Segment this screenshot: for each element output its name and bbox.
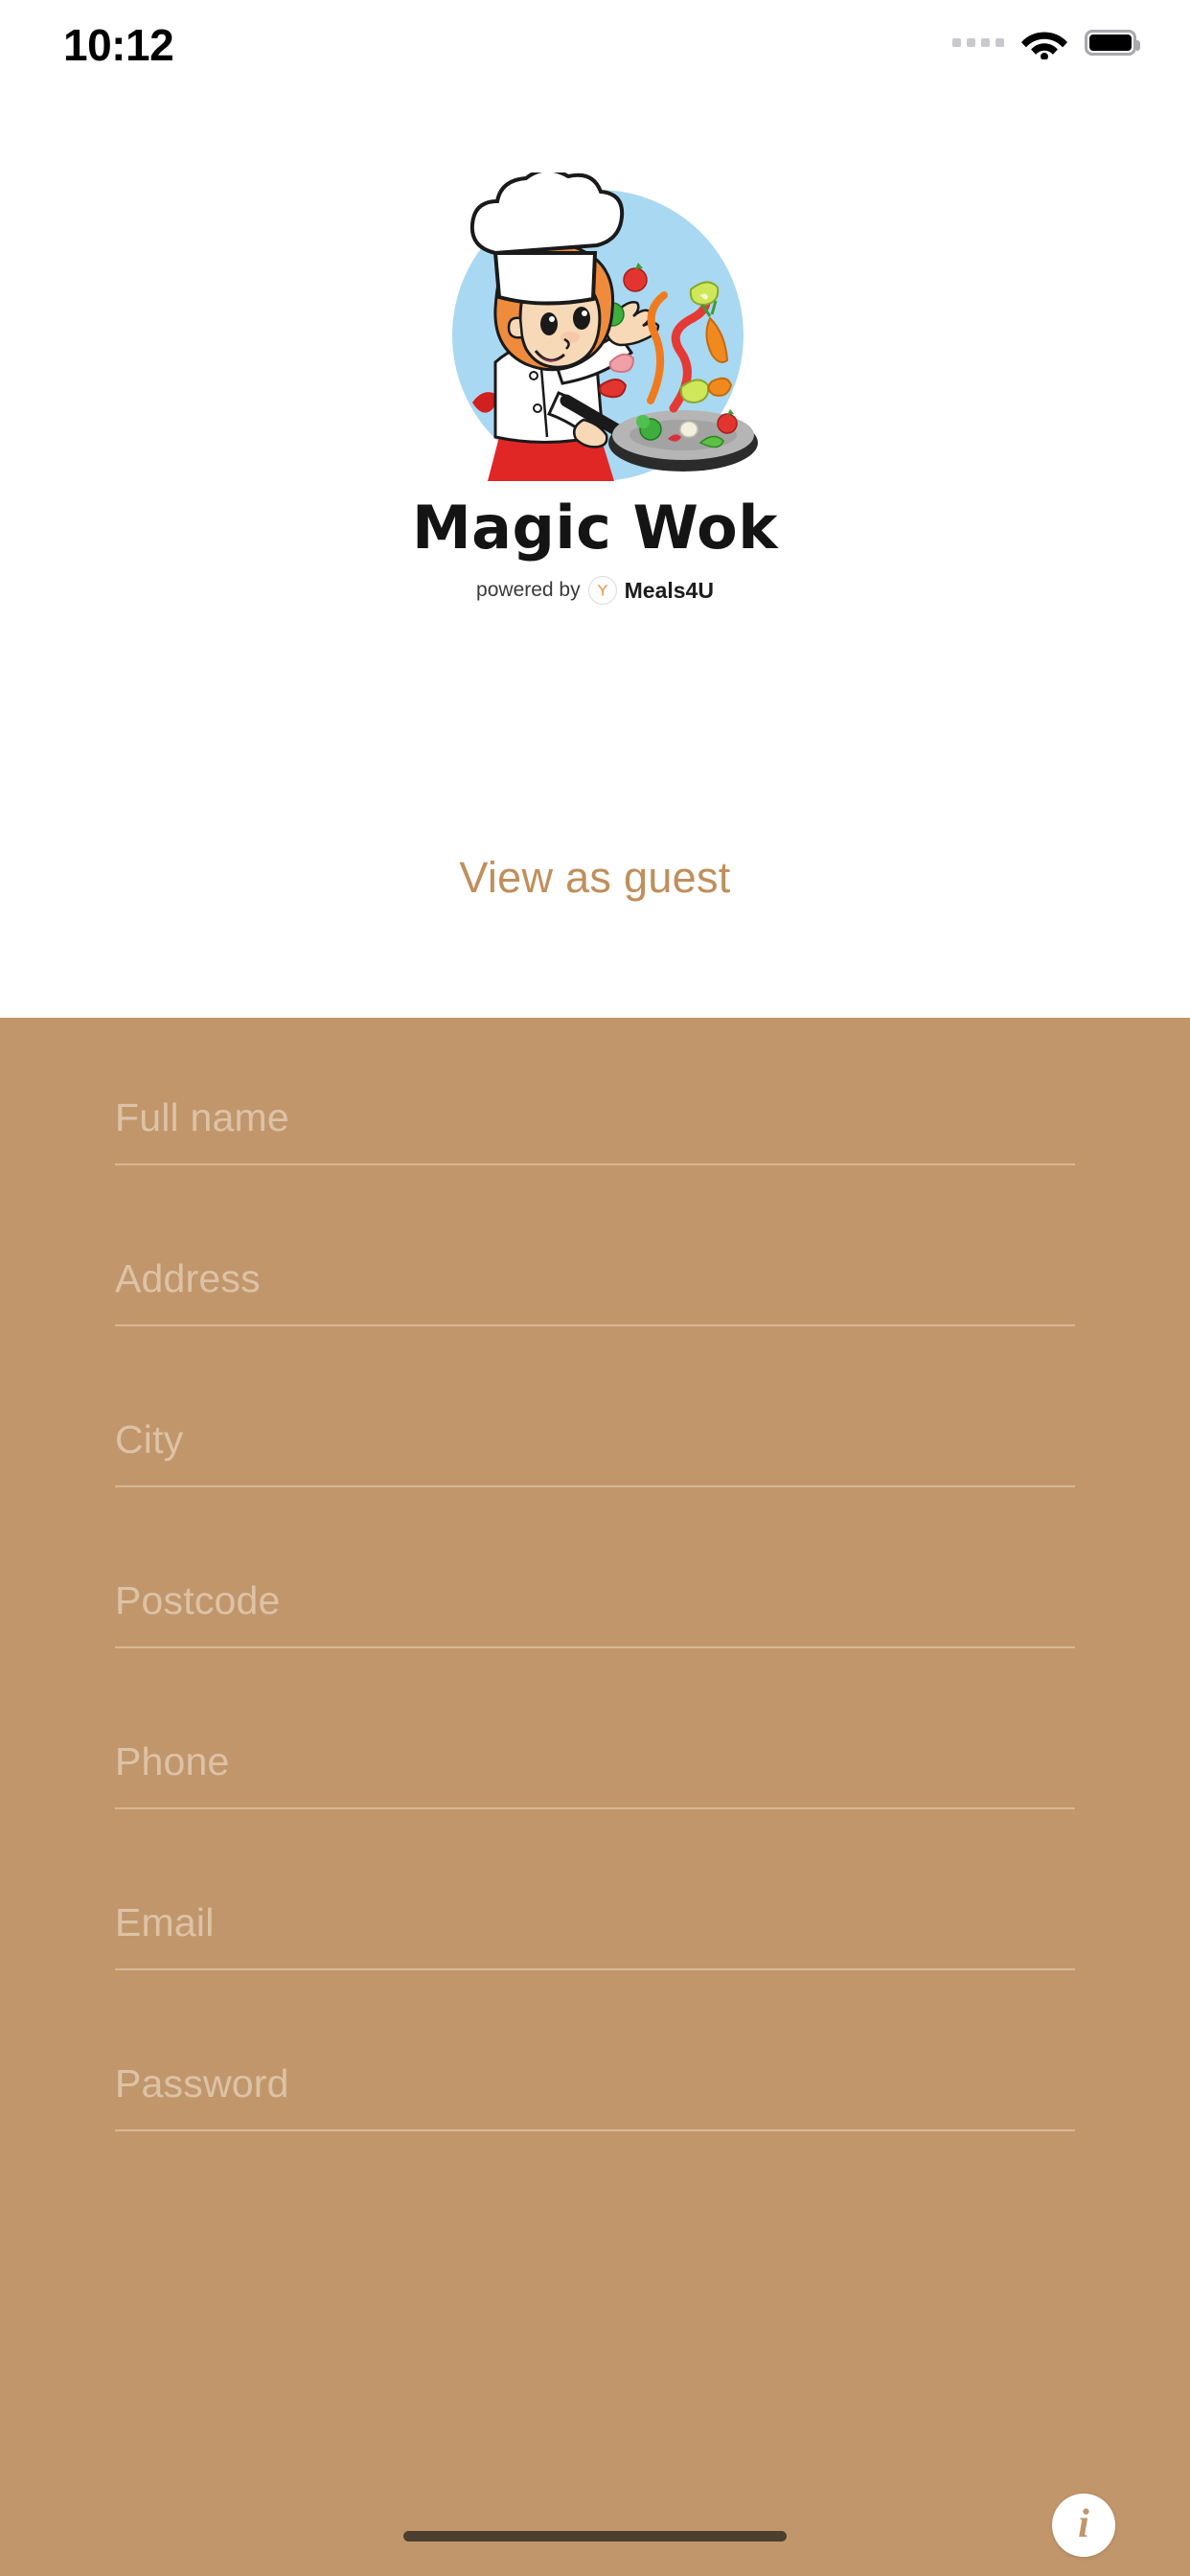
info-icon-glyph: i: [1078, 2502, 1089, 2546]
powered-by-label: powered by: [476, 579, 581, 601]
field-phone[interactable]: Phone: [115, 1715, 1075, 1809]
field-city[interactable]: City: [115, 1393, 1075, 1487]
magic-wok-chef-logo: [413, 172, 777, 489]
postcode-placeholder: Postcode: [115, 1577, 281, 1622]
field-password[interactable]: Password: [115, 2037, 1075, 2131]
signup-form: Full name Address City Postcode Phone Em…: [115, 1071, 1075, 2131]
full-name-placeholder: Full name: [115, 1094, 289, 1139]
brand-wordmark: Magic Wok: [411, 493, 778, 563]
email-placeholder: Email: [115, 1899, 215, 1944]
signal-dots-icon: [952, 37, 1004, 47]
meals4u-badge-icon: [587, 576, 617, 605]
status-icons: [952, 25, 1140, 59]
field-address[interactable]: Address: [115, 1232, 1075, 1326]
powered-by-line: powered by Meals4U: [476, 576, 714, 605]
home-indicator[interactable]: [403, 2531, 787, 2542]
city-placeholder: City: [115, 1416, 184, 1461]
status-time: 10:12: [63, 20, 174, 70]
info-icon[interactable]: i: [1052, 2494, 1115, 2557]
address-placeholder: Address: [115, 1255, 261, 1300]
battery-full-icon: [1085, 29, 1140, 56]
brand-block: Magic Wok powered by Meals4U: [0, 96, 1190, 605]
status-bar: 10:12: [0, 0, 1190, 96]
field-full-name[interactable]: Full name: [115, 1071, 1075, 1165]
wifi-icon: [1021, 32, 1067, 59]
signup-form-panel: Full name Address City Postcode Phone Em…: [0, 1018, 1190, 2576]
signup-screen: 10:12 Magic Wok powered by Meals4U View …: [0, 0, 1190, 2576]
field-email[interactable]: Email: [115, 1876, 1075, 1970]
field-postcode[interactable]: Postcode: [115, 1554, 1075, 1648]
view-as-guest-link[interactable]: View as guest: [0, 853, 1190, 903]
phone-placeholder: Phone: [115, 1738, 230, 1783]
brand-panel: Magic Wok powered by Meals4U View as gue…: [0, 96, 1190, 1018]
meals4u-label: Meals4U: [624, 577, 714, 603]
password-placeholder: Password: [115, 2060, 289, 2105]
